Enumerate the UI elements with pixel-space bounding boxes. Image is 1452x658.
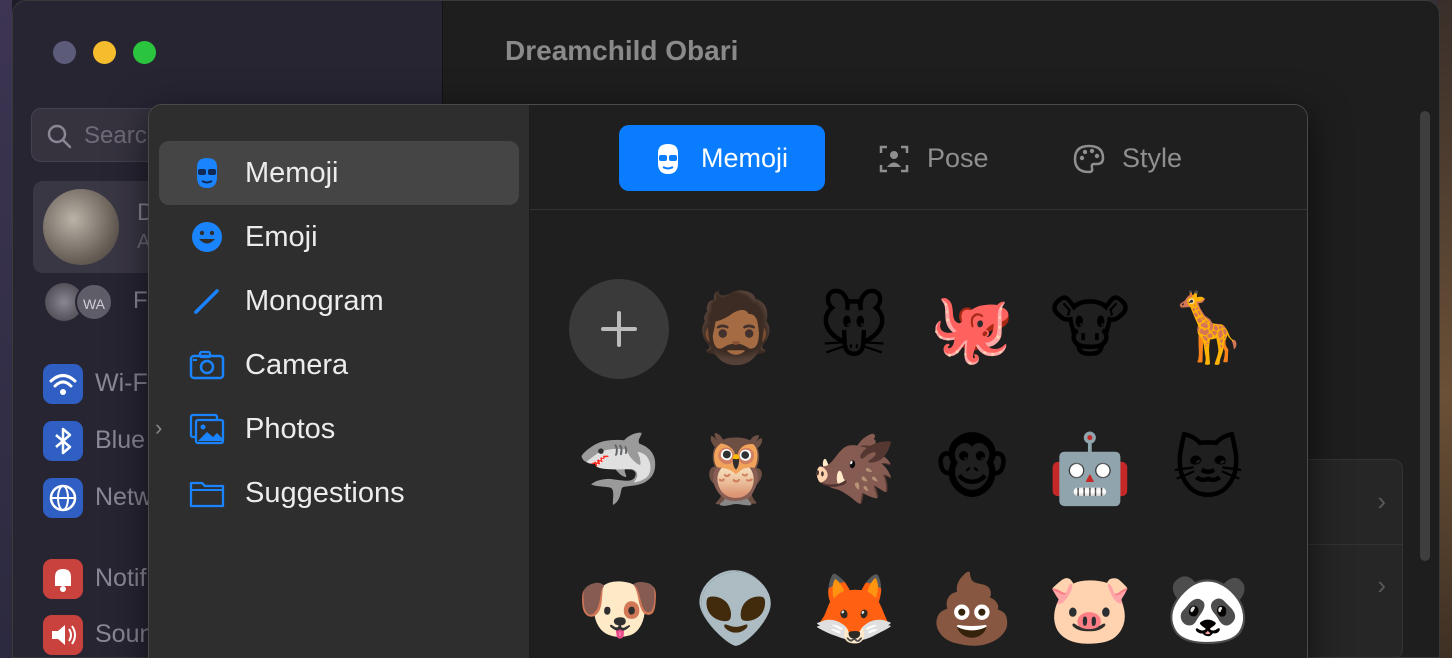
picker-item-label: Photos [245, 413, 336, 445]
chevron-right-icon[interactable]: › [1377, 486, 1386, 517]
search-icon [47, 124, 72, 149]
family-initials-avatar: WA [75, 283, 113, 321]
segmented-control: Memoji Pose Style [530, 105, 1307, 210]
scrollbar[interactable] [1420, 111, 1430, 561]
memoji-dog[interactable]: 🐶 [569, 560, 669, 658]
tab-label: Pose [927, 143, 989, 173]
picker-item-suggestions[interactable]: Suggestions [159, 461, 519, 525]
chevron-right-icon[interactable]: › [1377, 570, 1386, 601]
photos-icon [189, 413, 225, 445]
speaker-icon [43, 615, 83, 655]
sidebar-item-label: Netw [95, 483, 152, 511]
bell-icon [43, 559, 83, 599]
memoji-robot[interactable]: 🤖 [1040, 420, 1140, 520]
desktop-wallpaper-left [0, 0, 12, 658]
add-memoji-button[interactable] [569, 279, 669, 379]
picker-item-emoji[interactable]: Emoji [159, 205, 519, 269]
close-window-button[interactable] [53, 41, 76, 64]
memoji-person[interactable]: 🧔🏾 [686, 279, 786, 379]
memoji-monkey[interactable]: 🐵 [922, 420, 1022, 520]
picker-item-photos[interactable]: › Photos [155, 397, 519, 461]
picker-item-label: Emoji [245, 221, 318, 253]
picker-item-label: Suggestions [245, 477, 405, 509]
memoji-poop[interactable]: 💩 [922, 560, 1022, 658]
wifi-icon [43, 364, 83, 404]
sidebar-item-label: Wi-F [95, 369, 148, 397]
memoji-cat[interactable]: 🐱 [1158, 420, 1258, 520]
memoji-cow[interactable]: 🐮 [1040, 279, 1140, 379]
minimize-window-button[interactable] [93, 41, 116, 64]
tab-style[interactable]: Style [1040, 125, 1220, 191]
picker-sidebar: Memoji Emoji Monogram Camera › Photos Su… [149, 105, 530, 658]
memoji-grid: 🧔🏾 🐭 🐙 🐮 🦒 🦈 🦉 🐗 🐵 🤖 🐱 🐶 👽 🦊 💩 🐷 🐼 [530, 210, 1307, 658]
picker-item-label: Monogram [245, 285, 384, 317]
window-title: Dreamchild Obari [505, 35, 739, 66]
tab-label: Memoji [701, 143, 789, 173]
bluetooth-icon [43, 421, 83, 461]
smiley-icon [192, 222, 222, 252]
tab-memoji[interactable]: Memoji [619, 125, 825, 191]
memoji-alien[interactable]: 👽 [686, 560, 786, 658]
tab-pose[interactable]: Pose [845, 125, 1015, 191]
memoji-picker-popover: Memoji Emoji Monogram Camera › Photos Su… [148, 104, 1308, 658]
camera-icon [189, 350, 225, 380]
memoji-panda[interactable]: 🐼 [1158, 560, 1258, 658]
sidebar-item-label: Soun [95, 620, 154, 648]
globe-icon [43, 478, 83, 518]
memoji-owl[interactable]: 🦉 [686, 420, 786, 520]
pose-icon [879, 145, 909, 173]
tab-label: Style [1122, 143, 1183, 173]
family-label: F [133, 287, 148, 314]
pencil-icon [194, 289, 219, 314]
memoji-icon [197, 158, 217, 188]
disclosure-chevron-icon[interactable]: › [155, 415, 162, 441]
memoji-fox[interactable]: 🦊 [804, 560, 904, 658]
desktop-wallpaper-right [1438, 0, 1452, 658]
sidebar-item-label: Blue [95, 426, 146, 454]
memoji-shark[interactable]: 🦈 [569, 420, 669, 520]
picker-content: Memoji Pose Style 🧔🏾 🐭 🐙 🐮 🦒 🦈 🦉 🐗 🐵 🤖 🐱… [530, 105, 1307, 658]
memoji-octopus[interactable]: 🐙 [922, 279, 1022, 379]
memoji-boar[interactable]: 🐗 [804, 420, 904, 520]
avatar [43, 189, 119, 265]
memoji-mouse[interactable]: 🐭 [804, 279, 904, 379]
picker-item-monogram[interactable]: Monogram [159, 269, 519, 333]
palette-icon [1073, 144, 1105, 174]
picker-item-label: Memoji [245, 157, 339, 189]
memoji-pig[interactable]: 🐷 [1040, 560, 1140, 658]
sidebar-item-label: Notif [95, 564, 147, 592]
folder-icon [189, 481, 225, 508]
picker-item-camera[interactable]: Camera [159, 333, 519, 397]
picker-item-label: Camera [245, 349, 349, 381]
picker-item-memoji[interactable]: Memoji [159, 141, 519, 205]
memoji-giraffe[interactable]: 🦒 [1158, 279, 1258, 379]
memoji-icon [658, 144, 678, 174]
maximize-window-button[interactable] [133, 41, 156, 64]
